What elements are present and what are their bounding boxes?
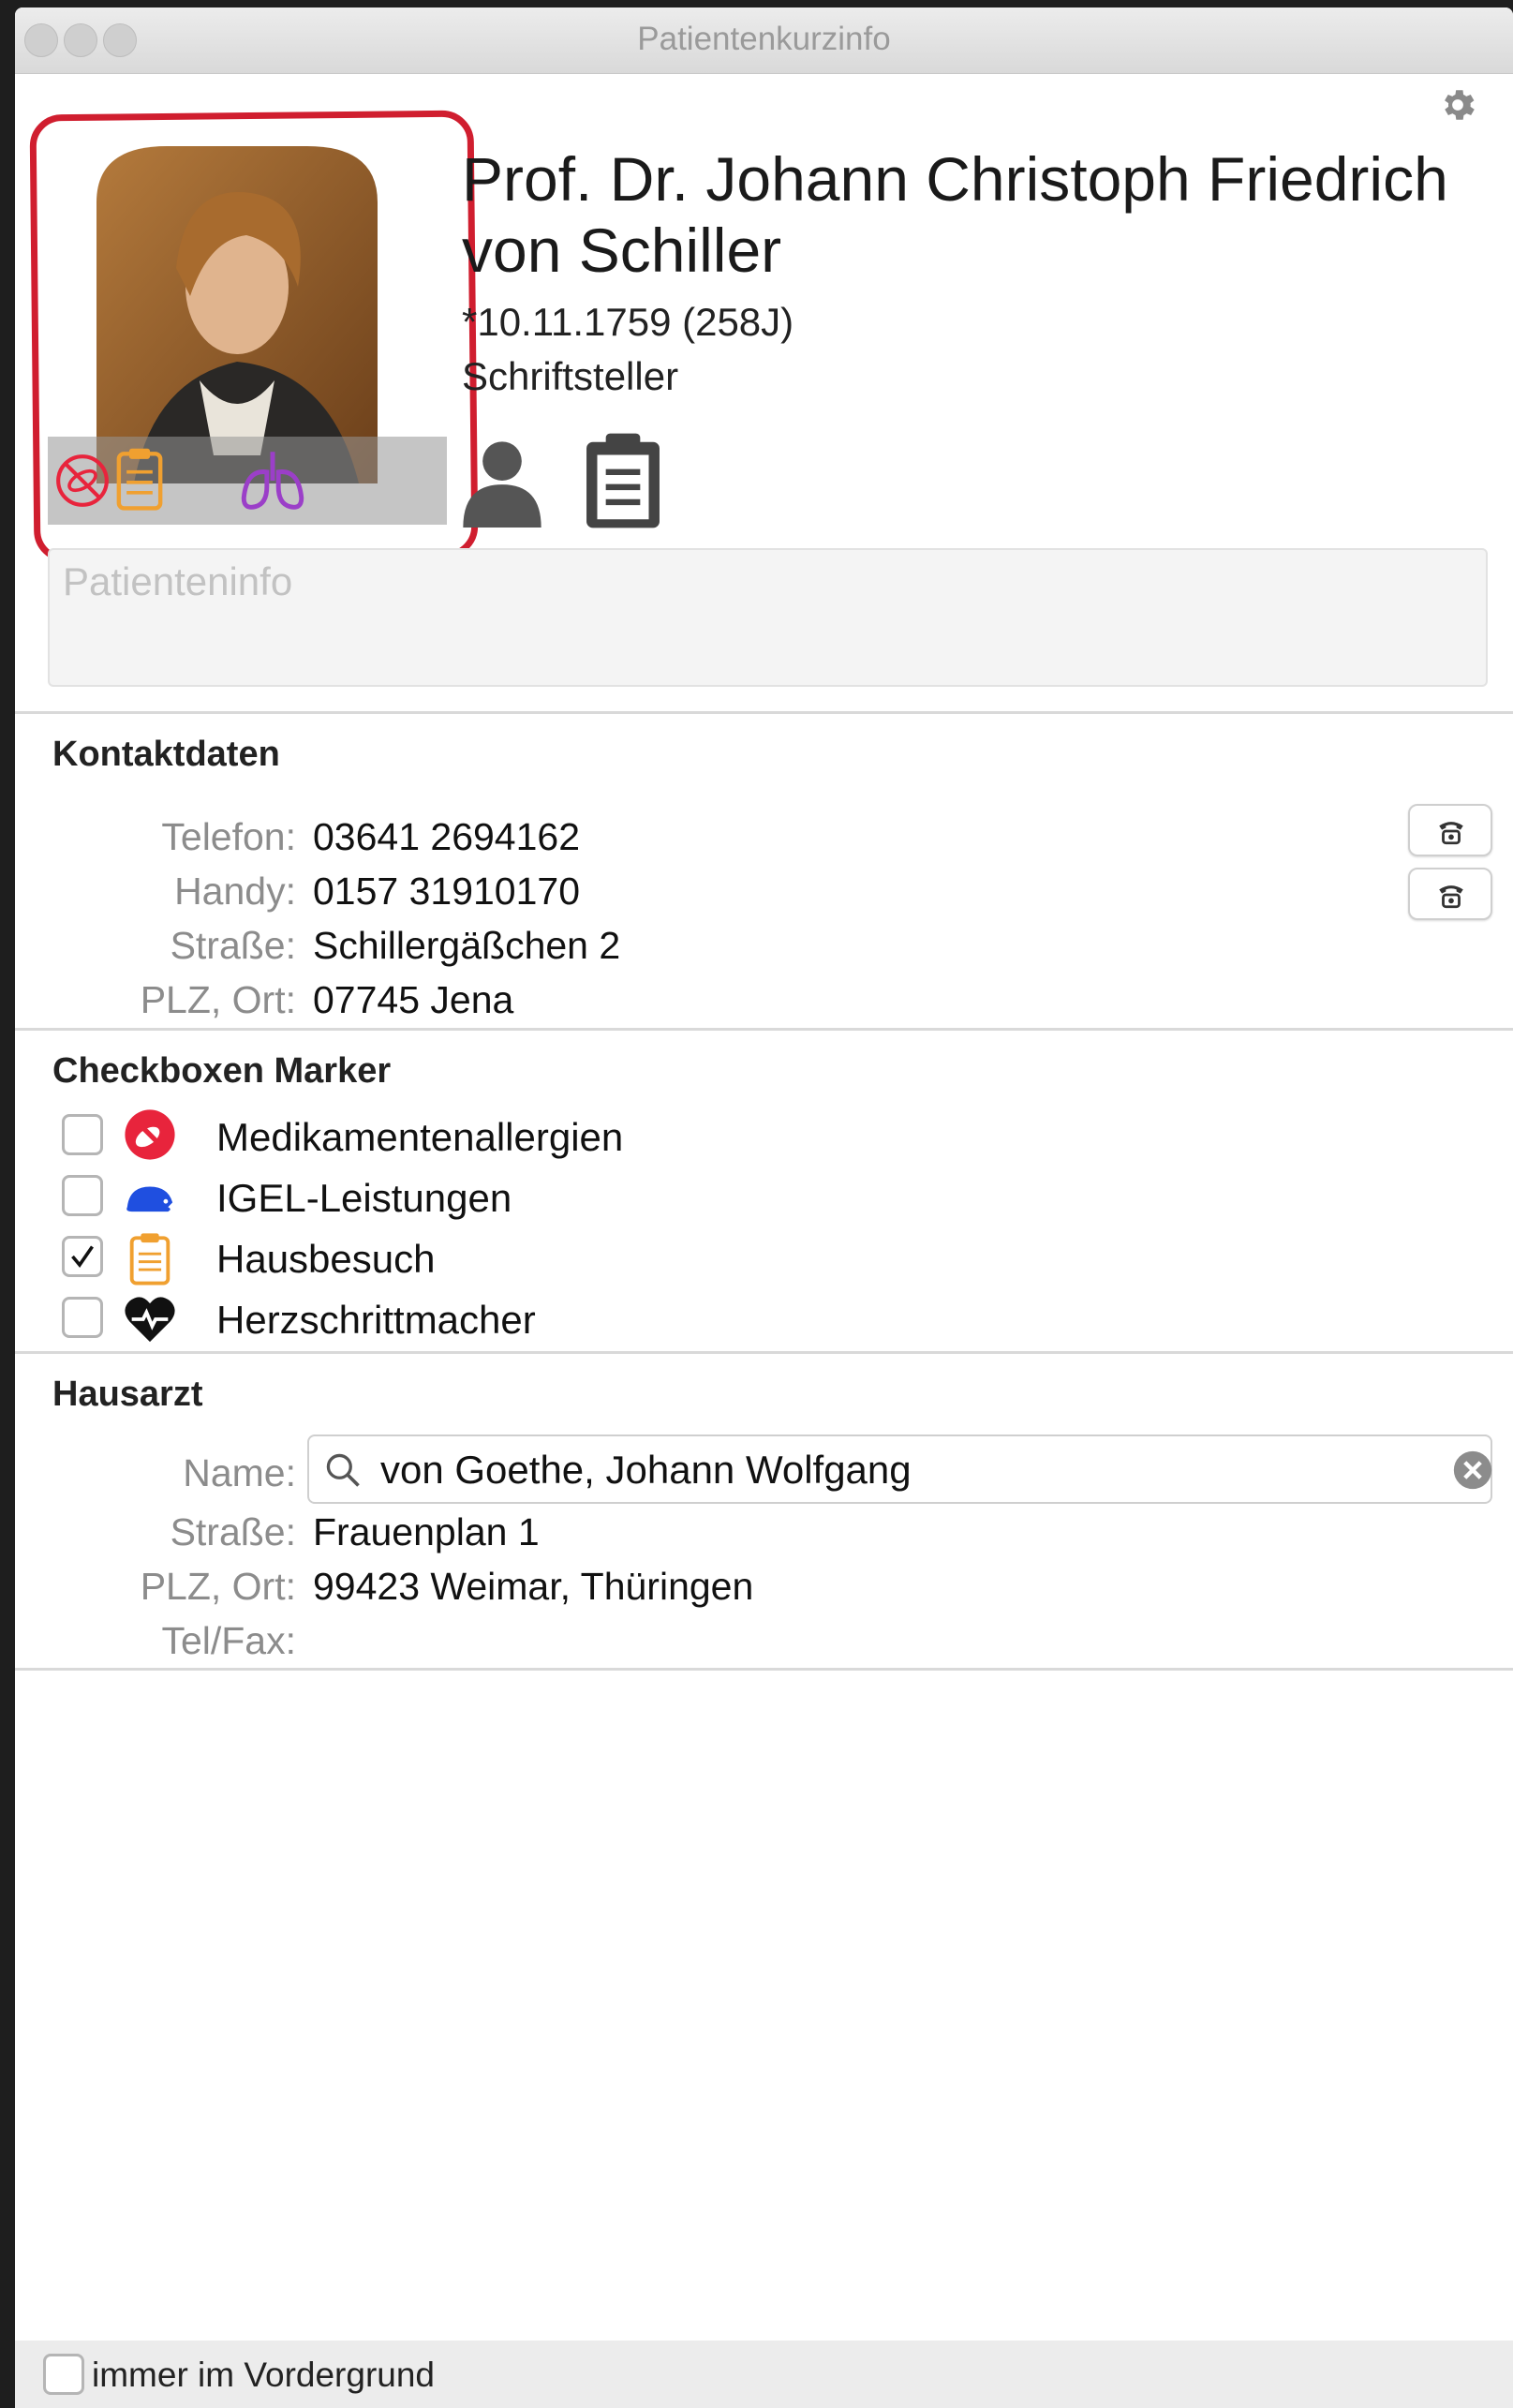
divider: [15, 1668, 1513, 1671]
street-label: Straße:: [170, 924, 296, 967]
patient-info-window: Patientenkurzinfo Prof. Dr. Johann Chris…: [15, 7, 1513, 2408]
gp-city-value: 99423 Weimar, Thüringen: [313, 1565, 754, 1608]
call-phone-button[interactable]: [1408, 804, 1492, 856]
checkbox-igel-leistungen[interactable]: [62, 1175, 103, 1216]
clear-icon[interactable]: [1452, 1449, 1493, 1491]
checkmark-icon: [71, 1245, 94, 1268]
patient-info-field[interactable]: Patienteninfo: [48, 548, 1488, 687]
gp-city-label: PLZ, Ort:: [140, 1565, 296, 1608]
street-value: Schillergäßchen 2: [313, 924, 621, 967]
checkbox-hausbesuch[interactable]: [62, 1236, 103, 1277]
search-icon: [326, 1453, 360, 1487]
mobile-label: Handy:: [174, 870, 296, 913]
highlight-frame: [29, 110, 479, 563]
marker-label-medikamentenallergien: Medikamentenallergien: [216, 1115, 624, 1159]
divider: [15, 1028, 1513, 1031]
divider: [15, 711, 1513, 714]
phone-icon: [1439, 885, 1463, 909]
gp-name-value: von Goethe, Johann Wolfgang: [380, 1448, 912, 1492]
checkbox-medikamentenallergien[interactable]: [62, 1114, 103, 1155]
gp-telfax-label: Tel/Fax:: [161, 1619, 296, 1662]
gp-search-field[interactable]: von Goethe, Johann Wolfgang: [307, 1434, 1492, 1504]
clipboard-icon: [129, 1233, 171, 1286]
mobile-value: 0157 31910170: [313, 870, 581, 913]
gp-street-value: Frauenplan 1: [313, 1510, 540, 1553]
patient-name: Prof. Dr. Johann Christoph Friedrich von…: [462, 144, 1448, 285]
marker-label-herzschrittmacher: Herzschrittmacher: [216, 1298, 536, 1342]
checkbox-herzschrittmacher[interactable]: [62, 1297, 103, 1338]
phone-value: 03641 2694162: [313, 815, 581, 858]
always-on-top-checkbox[interactable]: [43, 2354, 84, 2395]
contact-section-title: Kontaktdaten: [52, 735, 280, 774]
call-mobile-button[interactable]: [1408, 868, 1492, 920]
heart-pulse-icon: [125, 1297, 175, 1343]
always-on-top-label: immer im Vordergrund: [92, 2356, 436, 2394]
patient-occupation: Schriftsteller: [462, 354, 679, 398]
user-icon[interactable]: [455, 434, 549, 528]
city-label: PLZ, Ort:: [140, 978, 296, 1021]
divider: [15, 1351, 1513, 1354]
marker-label-igel-leistungen: IGEL-Leistungen: [216, 1176, 512, 1220]
phone-icon: [1439, 822, 1463, 845]
title-bar: Patientenkurzinfo: [15, 7, 1513, 74]
allergy-icon: [125, 1109, 175, 1160]
footer-bar: immer im Vordergrund: [15, 2341, 1513, 2408]
window-title: Patientenkurzinfo: [637, 21, 891, 57]
marker-label-hausbesuch: Hausbesuch: [216, 1237, 436, 1281]
gp-section-title: Hausarzt: [52, 1375, 203, 1414]
phone-label: Telefon:: [161, 815, 296, 858]
gp-name-label: Name:: [183, 1451, 296, 1494]
markers-section-title: Checkboxen Marker: [52, 1051, 392, 1091]
gear-icon[interactable]: [1437, 84, 1478, 126]
hedgehog-icon: [126, 1186, 173, 1212]
patient-info-placeholder: Patienteninfo: [63, 559, 293, 603]
city-value: 07745 Jena: [313, 978, 514, 1021]
gp-street-label: Straße:: [170, 1510, 296, 1553]
clipboard-icon[interactable]: [580, 429, 666, 532]
patient-birthdate: *10.11.1759 (258J): [462, 300, 794, 344]
